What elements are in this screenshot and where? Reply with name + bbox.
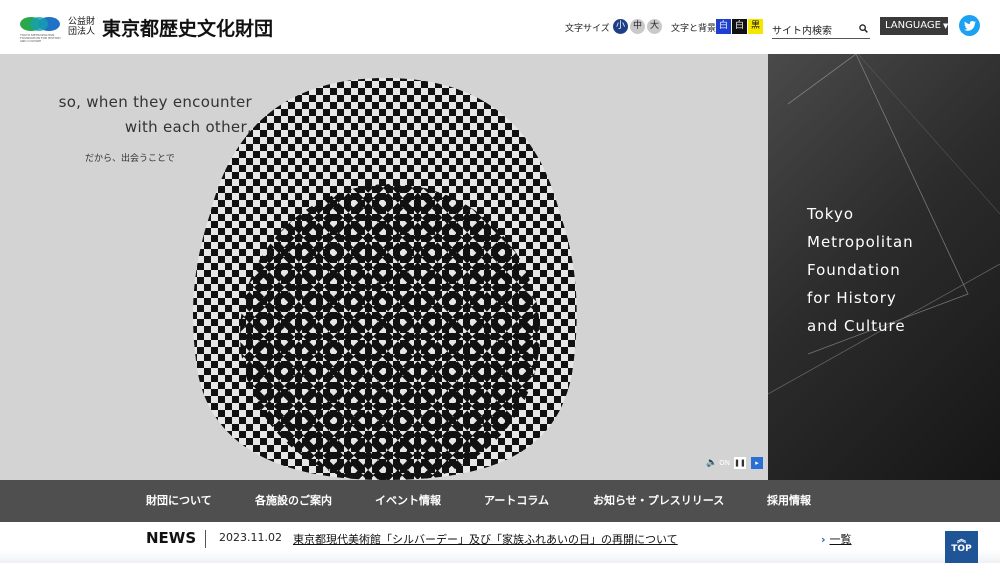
background-label: 文字と背景: [671, 24, 717, 34]
foundation-name-english: Tokyo Metropolitan Foundation for Histor…: [807, 200, 914, 340]
nav-item-about[interactable]: 財団について: [146, 480, 212, 522]
site-search: [772, 19, 870, 41]
news-list-label: 一覧: [829, 533, 852, 546]
nav-item-recruit[interactable]: 採用情報: [767, 480, 811, 522]
title-line: Metropolitan: [807, 233, 914, 251]
logo-sub-text: TOKYO METROPOLITAN FOUNDATION FOR HISTOR…: [20, 33, 61, 43]
news-bar: NEWS 2023.11.02 東京都現代美術館「シルバーデー」及び「家族ふれあ…: [0, 522, 1000, 563]
next-slide-button[interactable]: ▸: [751, 457, 763, 469]
chevron-down-icon: ▼: [942, 22, 949, 30]
nav-item-art-column[interactable]: アートコラム: [484, 480, 549, 522]
site-logo[interactable]: TOKYO METROPOLITAN FOUNDATION FOR HISTOR…: [20, 12, 274, 43]
language-select[interactable]: LANGUAGE ▼: [880, 17, 948, 35]
chevron-up-icon: ︽: [956, 535, 966, 545]
search-input[interactable]: [772, 22, 852, 41]
font-size-medium-button[interactable]: 中: [630, 19, 645, 34]
news-divider: [205, 530, 206, 548]
news-list-link[interactable]: › 一覧: [821, 531, 852, 547]
logo-main-text: 東京都歴史文化財団: [102, 17, 274, 40]
sound-label: ON: [719, 459, 730, 467]
global-nav: 財団について 各施設のご案内 イベント情報 アートコラム お知らせ・プレスリリー…: [0, 480, 1000, 522]
hero-slider: so, when they encounter with each other,…: [0, 54, 768, 480]
logo-small-text: 公益財団法人: [68, 17, 96, 37]
speaker-icon: 🔈: [706, 458, 718, 468]
bg-white-button[interactable]: 白: [732, 19, 747, 34]
chevron-right-icon: ›: [821, 533, 826, 546]
logo-mark-icon: TOKYO METROPOLITAN FOUNDATION FOR HISTOR…: [20, 12, 64, 43]
title-line: for History: [807, 289, 897, 307]
news-headline-link[interactable]: 東京都現代美術館「シルバーデー」及び「家族ふれあいの日」の再開について: [293, 531, 678, 547]
nav-item-facilities[interactable]: 各施設のご案内: [255, 480, 332, 522]
pause-icon: ❚❚: [734, 459, 746, 467]
font-size-small-button[interactable]: 小: [613, 19, 628, 34]
play-icon: ▸: [755, 459, 759, 467]
bg-blue-button[interactable]: 白: [716, 19, 731, 34]
title-line: Tokyo: [807, 205, 854, 223]
back-to-top-button[interactable]: ︽ TOP: [945, 531, 978, 563]
language-label: LANGUAGE: [885, 20, 941, 31]
pause-button[interactable]: ❚❚: [734, 457, 746, 469]
news-label: NEWS: [146, 529, 197, 547]
sound-toggle[interactable]: 🔈 ON: [706, 458, 730, 468]
nav-item-news-press[interactable]: お知らせ・プレスリリース: [593, 480, 724, 522]
twitter-link[interactable]: [959, 15, 980, 36]
title-line: and Culture: [807, 317, 906, 335]
bg-black-button[interactable]: 黒: [748, 19, 763, 34]
font-size-large-button[interactable]: 大: [647, 19, 662, 34]
checker-pattern-artwork: [193, 78, 577, 480]
search-icon[interactable]: [859, 24, 868, 33]
twitter-icon: [963, 20, 976, 31]
news-date: 2023.11.02: [219, 531, 282, 544]
nav-item-events[interactable]: イベント情報: [375, 480, 441, 522]
title-line: Foundation: [807, 261, 901, 279]
hero-japanese-copy: だから、出会うことで: [85, 154, 175, 164]
hero-side-panel: Tokyo Metropolitan Foundation for Histor…: [768, 54, 1000, 480]
font-size-label: 文字サイズ: [565, 24, 610, 34]
site-header: TOKYO METROPOLITAN FOUNDATION FOR HISTOR…: [0, 0, 1000, 54]
top-label: TOP: [951, 544, 972, 554]
